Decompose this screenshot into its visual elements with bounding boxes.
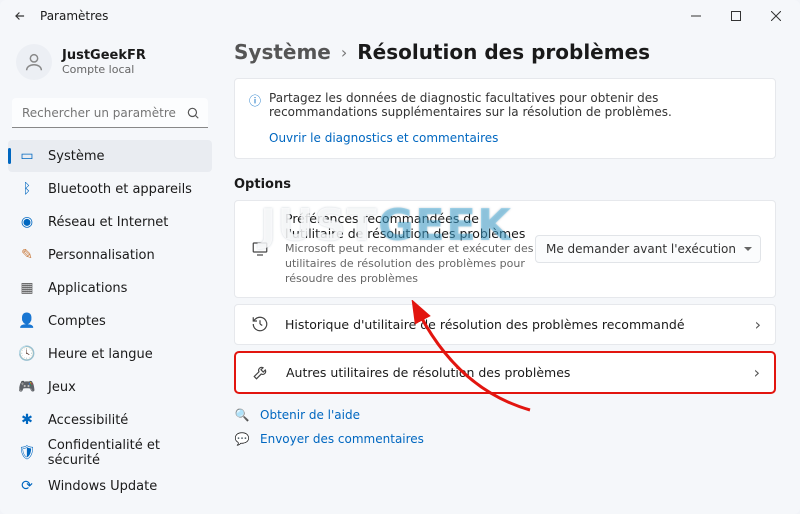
sidebar-item-label: Bluetooth et appareils	[48, 182, 192, 197]
page-title: Résolution des problèmes	[357, 40, 650, 64]
sidebar-item-apps[interactable]: ▦ Applications	[8, 272, 212, 304]
shield-icon: 🛡	[18, 444, 36, 462]
prefs-dropdown[interactable]: Me demander avant l'exécution	[535, 235, 761, 263]
get-help-link[interactable]: 🔍 Obtenir de l'aide	[234, 408, 776, 422]
chevron-right-icon: ›	[755, 315, 761, 334]
maximize-button[interactable]	[716, 0, 756, 32]
sidebar-item-label: Windows Update	[48, 479, 157, 494]
sidebar-item-update[interactable]: ⟳ Windows Update	[8, 470, 212, 502]
sidebar-item-network[interactable]: ◉ Réseau et Internet	[8, 206, 212, 238]
person-icon: 👤	[18, 312, 36, 330]
account-name: JustGeekFR	[62, 48, 146, 63]
info-banner: ⓘ Partagez les données de diagnostic fac…	[234, 78, 776, 159]
back-button[interactable]	[4, 0, 36, 32]
chevron-right-icon: ›	[341, 43, 347, 62]
send-feedback-link[interactable]: 💬 Envoyer des commentaires	[234, 432, 776, 446]
feedback-icon: 💬	[234, 432, 250, 446]
search-icon	[186, 105, 200, 124]
card-other-troubleshooters[interactable]: Autres utilitaires de résolution des pro…	[234, 351, 776, 394]
help-label: Obtenir de l'aide	[260, 408, 360, 422]
sidebar: JustGeekFR Compte local ▭ Système ᛒ Blueto…	[0, 32, 220, 514]
sidebar-item-personalization[interactable]: ✎ Personnalisation	[8, 239, 212, 271]
sidebar-item-bluetooth[interactable]: ᛒ Bluetooth et appareils	[8, 173, 212, 205]
info-text: Partagez les données de diagnostic facul…	[269, 91, 761, 119]
sidebar-item-label: Réseau et Internet	[48, 215, 168, 230]
sidebar-item-label: Comptes	[48, 314, 106, 329]
update-icon: ⟳	[18, 477, 36, 495]
open-diagnostics-link[interactable]: Ouvrir le diagnostics et commentaires	[269, 131, 498, 145]
sidebar-item-time[interactable]: 🕓 Heure et langue	[8, 338, 212, 370]
wrench-icon	[250, 363, 272, 381]
sidebar-item-label: Applications	[48, 281, 127, 296]
apps-icon: ▦	[18, 279, 36, 297]
minimize-button[interactable]	[676, 0, 716, 32]
info-icon: ⓘ	[249, 92, 261, 119]
breadcrumb: Système › Résolution des problèmes	[234, 40, 776, 64]
card-subtitle: Microsoft peut recommander et exécuter d…	[285, 242, 535, 287]
sidebar-item-label: Accessibilité	[48, 413, 128, 428]
section-title: Options	[234, 177, 776, 192]
sidebar-item-privacy[interactable]: 🛡 Confidentialité et sécurité	[8, 437, 212, 469]
card-recommended-preferences[interactable]: Préférences recommandées de l'utilitaire…	[234, 200, 776, 298]
bluetooth-icon: ᛒ	[18, 180, 36, 198]
sidebar-item-gaming[interactable]: 🎮 Jeux	[8, 371, 212, 403]
gamepad-icon: 🎮	[18, 378, 36, 396]
feedback-label: Envoyer des commentaires	[260, 432, 424, 446]
close-button[interactable]	[756, 0, 796, 32]
wifi-icon: ◉	[18, 213, 36, 231]
brush-icon: ✎	[18, 246, 36, 264]
accessibility-icon: ✱	[18, 411, 36, 429]
monitor-icon	[249, 240, 271, 258]
sidebar-item-accounts[interactable]: 👤 Comptes	[8, 305, 212, 337]
history-icon	[249, 315, 271, 333]
help-links: 🔍 Obtenir de l'aide 💬 Envoyer des commenta…	[234, 408, 776, 446]
card-title: Historique d'utilitaire de résolution de…	[285, 317, 745, 332]
card-title: Autres utilitaires de résolution des pro…	[286, 365, 744, 380]
card-title: Préférences recommandées de l'utilitaire…	[285, 211, 535, 241]
sidebar-item-label: Heure et langue	[48, 347, 153, 362]
system-icon: ▭	[18, 147, 36, 165]
breadcrumb-parent[interactable]: Système	[234, 40, 331, 64]
main-content: Système › Résolution des problèmes ⓘ Par…	[220, 32, 800, 514]
sidebar-item-label: Confidentialité et sécurité	[48, 438, 202, 468]
sidebar-item-accessibility[interactable]: ✱ Accessibilité	[8, 404, 212, 436]
avatar	[16, 44, 52, 80]
account-block[interactable]: JustGeekFR Compte local	[8, 38, 212, 86]
sidebar-item-label: Système	[48, 149, 104, 164]
search-box[interactable]	[12, 98, 208, 128]
sidebar-item-label: Jeux	[48, 380, 76, 395]
account-subtitle: Compte local	[62, 63, 146, 76]
titlebar: Paramètres	[0, 0, 800, 32]
sidebar-item-label: Personnalisation	[48, 248, 155, 263]
help-icon: 🔍	[234, 408, 250, 422]
window-title: Paramètres	[40, 9, 108, 23]
sidebar-item-system[interactable]: ▭ Système	[8, 140, 212, 172]
search-input[interactable]	[12, 98, 208, 128]
nav-list: ▭ Système ᛒ Bluetooth et appareils ◉ Réseau…	[8, 140, 212, 502]
clock-icon: 🕓	[18, 345, 36, 363]
chevron-right-icon: ›	[754, 363, 760, 382]
card-history[interactable]: Historique d'utilitaire de résolution de…	[234, 304, 776, 345]
